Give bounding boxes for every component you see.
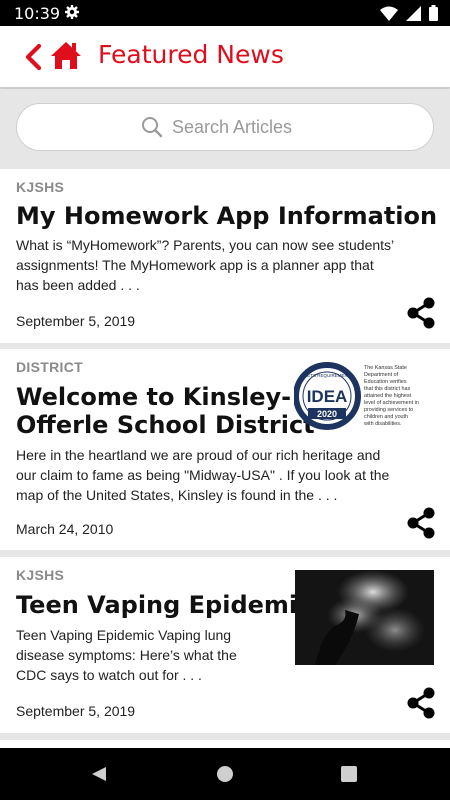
nav-back-icon[interactable] [91,766,107,782]
badge-year-text: 2020 [317,409,337,419]
article-excerpt-line: Teen Vaping Epidemic Vaping lung [16,627,232,643]
battery-icon [429,5,438,21]
article-excerpt-line: our claim to fame as being "Midway-USA" … [16,467,390,483]
idea-caption-line: Department of [364,372,399,378]
share-icon[interactable] [406,507,436,539]
article-title[interactable]: Teen Vaping Epidemic [16,591,311,619]
article-title-line[interactable]: Welcome to Kinsley- [16,383,291,411]
article-date: September 5, 2019 [16,703,136,719]
back-chevron-icon[interactable] [22,43,44,71]
article-excerpt-line: disease symptoms: Here’s what the [16,647,237,663]
idea-caption-line: providing services to [364,407,413,413]
search-area: Search Articles [0,89,450,169]
article-excerpt-line: What is “MyHomework”? Parents, you can n… [16,237,395,253]
article-excerpt-line: Here in the heartland we are proud of ou… [16,447,381,463]
idea-caption-line: attained the highest [364,393,412,399]
idea-caption-line: with disabilities. [363,421,401,427]
article-date: September 5, 2019 [16,313,136,329]
article-title-line[interactable]: Offerle School District [16,411,315,439]
article-card[interactable]: KJSHS My Homework App Information What i… [0,169,450,343]
search-input[interactable]: Search Articles [16,103,434,151]
nav-home-icon[interactable] [217,766,233,782]
article-card[interactable]: KJSHS Teen Vaping Epidemic Teen Vaping E… [0,557,450,733]
search-placeholder: Search Articles [172,117,293,137]
nav-recents-icon[interactable] [341,766,357,782]
article-excerpt-line: CDC says to watch out for . . . [16,667,202,683]
article-excerpt-line: has been added . . . [16,277,140,293]
article-category: KJSHS [16,567,65,583]
idea-caption-line: children and youth [364,414,408,420]
idea-caption-line: level of achievement in [364,400,419,406]
share-icon[interactable] [406,297,436,329]
article-date: March 24, 2010 [16,521,114,537]
system-nav-bar [0,748,450,800]
idea-caption-line: The Kansas State [364,365,407,371]
article-category: KJSHS [16,179,65,195]
share-icon[interactable] [406,687,436,719]
article-excerpt-line: assignments! The MyHomework app is a pla… [16,257,374,273]
status-bar: 10:39 [0,0,450,26]
search-icon [142,117,163,138]
app-bar: Featured News [0,26,450,88]
article-card[interactable]: DISTRICT Welcome to Kinsley- Offerle Sch… [0,349,450,550]
badge-top-text: MEETS REQUIREMENTS [300,373,353,378]
article-excerpt-line: map of the United States, Kinsley is fou… [16,487,338,503]
badge-word-text: IDEA [307,387,348,406]
list-item-partial [0,740,450,748]
idea-badge-image: MEETS REQUIREMENTS IDEA 2020 The Kansas … [294,362,419,430]
signal-icon [406,5,421,21]
gear-icon [65,5,79,19]
page-title: Featured News [98,40,284,69]
idea-caption-line: that this district has [364,386,410,392]
wifi-icon [380,6,398,21]
vaping-photo [295,570,434,665]
home-icon[interactable] [50,40,82,72]
article-title[interactable]: My Homework App Information [16,202,437,230]
article-category: DISTRICT [16,359,83,375]
idea-caption-line: Education verifies [364,379,407,385]
status-time: 10:39 [14,4,61,23]
